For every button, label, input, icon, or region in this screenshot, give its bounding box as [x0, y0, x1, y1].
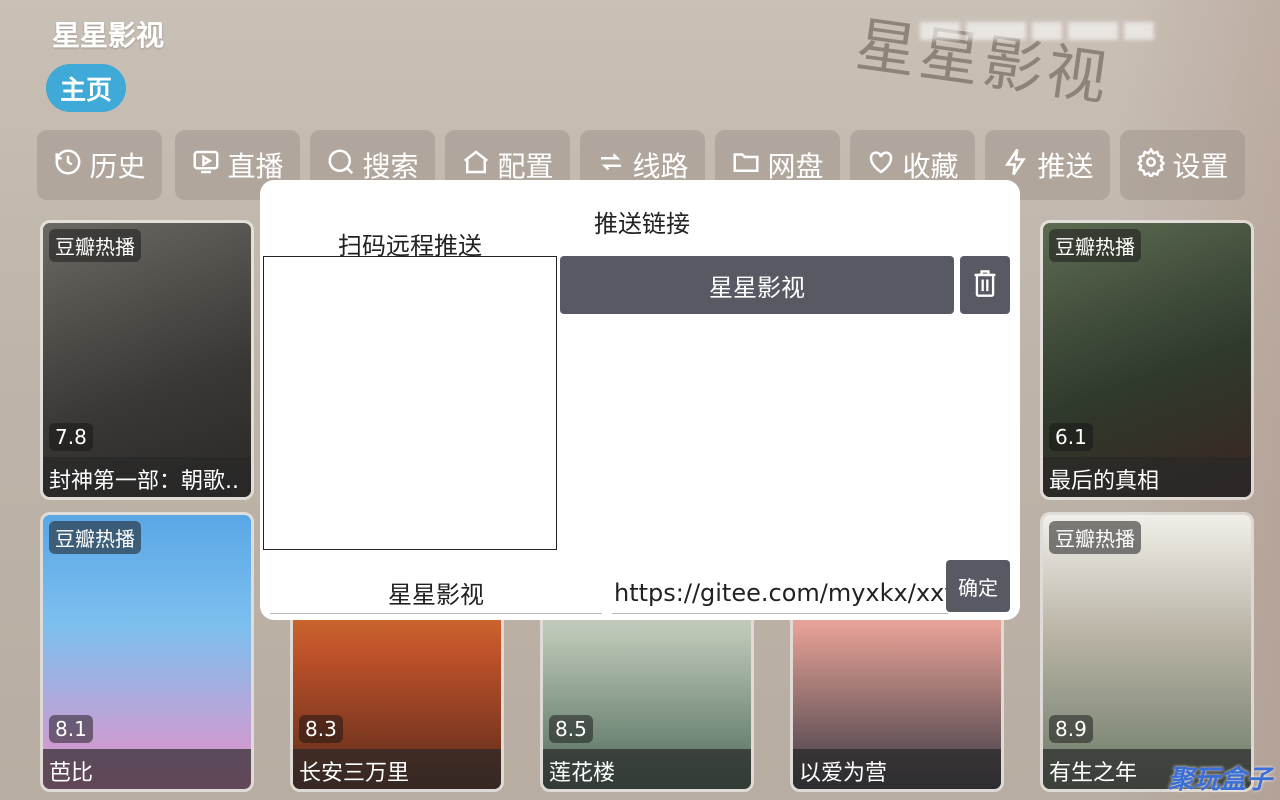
toolbar-history-button[interactable]: 历史 [37, 130, 162, 200]
folder-icon [731, 147, 761, 184]
media-card[interactable]: 豆瓣热播 8.9 有生之年 [1040, 512, 1254, 792]
search-icon [326, 147, 356, 184]
tv-icon [191, 147, 221, 184]
qr-code [263, 256, 557, 550]
card-badge: 豆瓣热播 [49, 229, 141, 262]
toolbar-settings-button[interactable]: 设置 [1120, 130, 1245, 200]
source-button[interactable]: 星星影视 [560, 256, 954, 314]
toolbar-live-label: 直播 [227, 150, 284, 183]
confirm-button[interactable]: 确定 [946, 560, 1010, 612]
dialog-title: 推送链接 [594, 210, 690, 238]
route-icon [596, 147, 626, 184]
toolbar-history-label: 历史 [89, 150, 146, 183]
home-config-icon [461, 147, 491, 184]
toolbar-push-label: 推送 [1037, 150, 1094, 183]
card-title: 芭比 [43, 749, 251, 789]
poster-image [43, 515, 251, 789]
poster-image [43, 223, 251, 497]
heart-icon [866, 147, 896, 184]
app-title: 星星影视 [52, 19, 165, 52]
card-score: 8.3 [299, 715, 343, 743]
url-field[interactable]: https://gitee.com/myxkx/xxys [612, 572, 948, 614]
media-card[interactable]: 豆瓣热播 8.1 芭比 [40, 512, 254, 792]
card-badge: 豆瓣热播 [1049, 229, 1141, 262]
brand-watermark: 聚玩盒子 [1168, 759, 1272, 796]
history-icon [53, 147, 83, 184]
blurred-info [920, 18, 1160, 44]
toolbar-settings-label: 设置 [1172, 150, 1229, 183]
trash-icon [971, 268, 999, 302]
push-link-dialog: 推送链接 扫码远程推送 星星影视 星星影视 https://gitee.com/… [260, 180, 1020, 620]
card-score: 8.1 [49, 715, 93, 743]
toolbar-config-label: 配置 [497, 150, 554, 183]
card-title: 封神第一部：朝歌.. [43, 457, 251, 497]
card-score: 7.8 [49, 423, 93, 451]
card-score: 6.1 [1049, 423, 1093, 451]
card-title: 以爱为营 [793, 749, 1001, 789]
toolbar-route-label: 线路 [632, 150, 689, 183]
card-title: 莲花楼 [543, 749, 751, 789]
card-score: 8.5 [549, 715, 593, 743]
toolbar-netdisk-label: 网盘 [767, 150, 824, 183]
toolbar-search-label: 搜索 [362, 150, 419, 183]
gear-icon [1136, 146, 1166, 184]
poster-image [1043, 223, 1251, 497]
toolbar-favorite-label: 收藏 [902, 150, 959, 183]
poster-image [1043, 515, 1251, 789]
card-title: 最后的真相 [1043, 457, 1251, 497]
card-score: 8.9 [1049, 715, 1093, 743]
bolt-icon [1001, 147, 1031, 184]
watermark-text: 聚玩盒子 [1167, 765, 1272, 795]
delete-button[interactable] [960, 256, 1010, 314]
card-badge: 豆瓣热播 [1049, 521, 1141, 554]
media-card[interactable]: 豆瓣热播 6.1 最后的真相 [1040, 220, 1254, 500]
name-field[interactable]: 星星影视 [270, 572, 602, 614]
media-card[interactable]: 豆瓣热播 7.8 封神第一部：朝歌.. [40, 220, 254, 500]
card-badge: 豆瓣热播 [49, 521, 141, 554]
tab-home[interactable]: 主页 [46, 64, 126, 112]
card-title: 长安三万里 [293, 749, 501, 789]
